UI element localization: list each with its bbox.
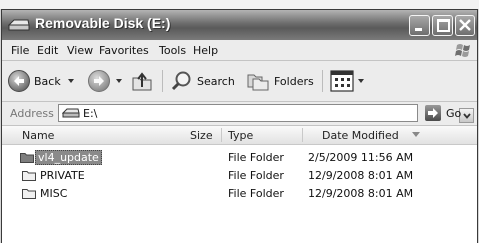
- file-date-modified: 12/9/2008 8:01 AM: [308, 169, 414, 182]
- menu-favorites[interactable]: Favorites: [99, 44, 149, 57]
- back-arrow-icon: [8, 70, 30, 92]
- column-header-size[interactable]: Size: [190, 129, 213, 142]
- menu-view[interactable]: View: [67, 44, 93, 57]
- folders-button[interactable]: Folders: [246, 61, 318, 101]
- column-header-date-modified[interactable]: Date Modified: [322, 129, 399, 142]
- minimize-button[interactable]: [409, 15, 430, 36]
- cropped-caption-strip: [0, 0, 479, 9]
- window-title: Removable Disk (E:): [35, 15, 171, 31]
- close-button[interactable]: [455, 15, 475, 36]
- file-type: File Folder: [228, 169, 284, 182]
- go-arrow-icon: [425, 105, 441, 121]
- menu-help[interactable]: Help: [193, 44, 218, 57]
- chevron-down-icon: [68, 79, 74, 83]
- folder-icon: [20, 153, 34, 163]
- folders-label: Folders: [274, 75, 314, 88]
- address-field[interactable]: E:\: [58, 104, 474, 123]
- menu-bar: File Edit View Favorites Tools Help: [2, 40, 477, 61]
- sort-arrow-icon: [412, 132, 420, 137]
- chevron-down-icon: [358, 79, 364, 83]
- forward-button[interactable]: [88, 61, 124, 101]
- views-icon: [330, 70, 354, 92]
- back-button[interactable]: Back: [6, 61, 78, 101]
- search-label: Search: [197, 75, 235, 88]
- go-button[interactable]: Go: [425, 104, 471, 122]
- close-icon: [459, 19, 471, 31]
- menu-edit[interactable]: Edit: [37, 44, 58, 57]
- toolbar-separator: [322, 70, 323, 92]
- toolbar-separator: [162, 70, 163, 92]
- file-date-modified: 12/9/2008 8:01 AM: [308, 187, 414, 200]
- folder-icon: [22, 171, 36, 181]
- file-date-modified: 2/5/2009 11:56 AM: [308, 151, 414, 164]
- column-divider[interactable]: [302, 128, 303, 142]
- column-header-row: Name Size Type Date Modified: [2, 126, 477, 145]
- windows-logo-icon: [455, 44, 470, 57]
- folder-up-icon: [132, 72, 152, 91]
- chevron-down-icon: [116, 79, 122, 83]
- explorer-window: Removable Disk (E:) File Edit View Favor…: [1, 9, 478, 243]
- file-type: File Folder: [228, 151, 284, 164]
- folder-icon: [22, 189, 36, 199]
- column-header-name[interactable]: Name: [22, 129, 54, 142]
- folders-icon: [247, 74, 269, 91]
- file-name: vl4_update: [35, 150, 102, 165]
- address-value: E:\: [83, 107, 98, 120]
- drive-icon: [8, 19, 30, 31]
- views-button[interactable]: [330, 61, 366, 101]
- address-bar: Address E:\ Go: [2, 102, 477, 126]
- search-button[interactable]: Search: [170, 61, 238, 101]
- list-item[interactable]: vl4_update File Folder 2/5/2009 11:56 AM: [2, 149, 477, 166]
- maximize-button[interactable]: [432, 15, 453, 36]
- back-label: Back: [34, 75, 61, 88]
- column-header-type[interactable]: Type: [228, 129, 253, 142]
- file-name: PRIVATE: [40, 169, 85, 182]
- address-label: Address: [10, 107, 54, 120]
- go-label: Go: [446, 107, 462, 120]
- file-name: MISC: [40, 187, 68, 200]
- drive-icon: [62, 108, 80, 118]
- up-folder-button[interactable]: [130, 61, 156, 101]
- list-item[interactable]: PRIVATE File Folder 12/9/2008 8:01 AM: [2, 167, 477, 184]
- file-type: File Folder: [228, 187, 284, 200]
- column-divider[interactable]: [221, 128, 222, 142]
- list-item[interactable]: MISC File Folder 12/9/2008 8:01 AM: [2, 185, 477, 202]
- forward-arrow-icon: [88, 70, 110, 92]
- title-bar[interactable]: Removable Disk (E:): [2, 10, 477, 40]
- menu-tools[interactable]: Tools: [159, 44, 186, 57]
- magnifier-icon: [171, 71, 191, 91]
- menu-file[interactable]: File: [11, 44, 29, 57]
- file-list: Name Size Type Date Modified vl4_update …: [2, 126, 477, 243]
- toolbar: Back Search Folders: [2, 61, 477, 102]
